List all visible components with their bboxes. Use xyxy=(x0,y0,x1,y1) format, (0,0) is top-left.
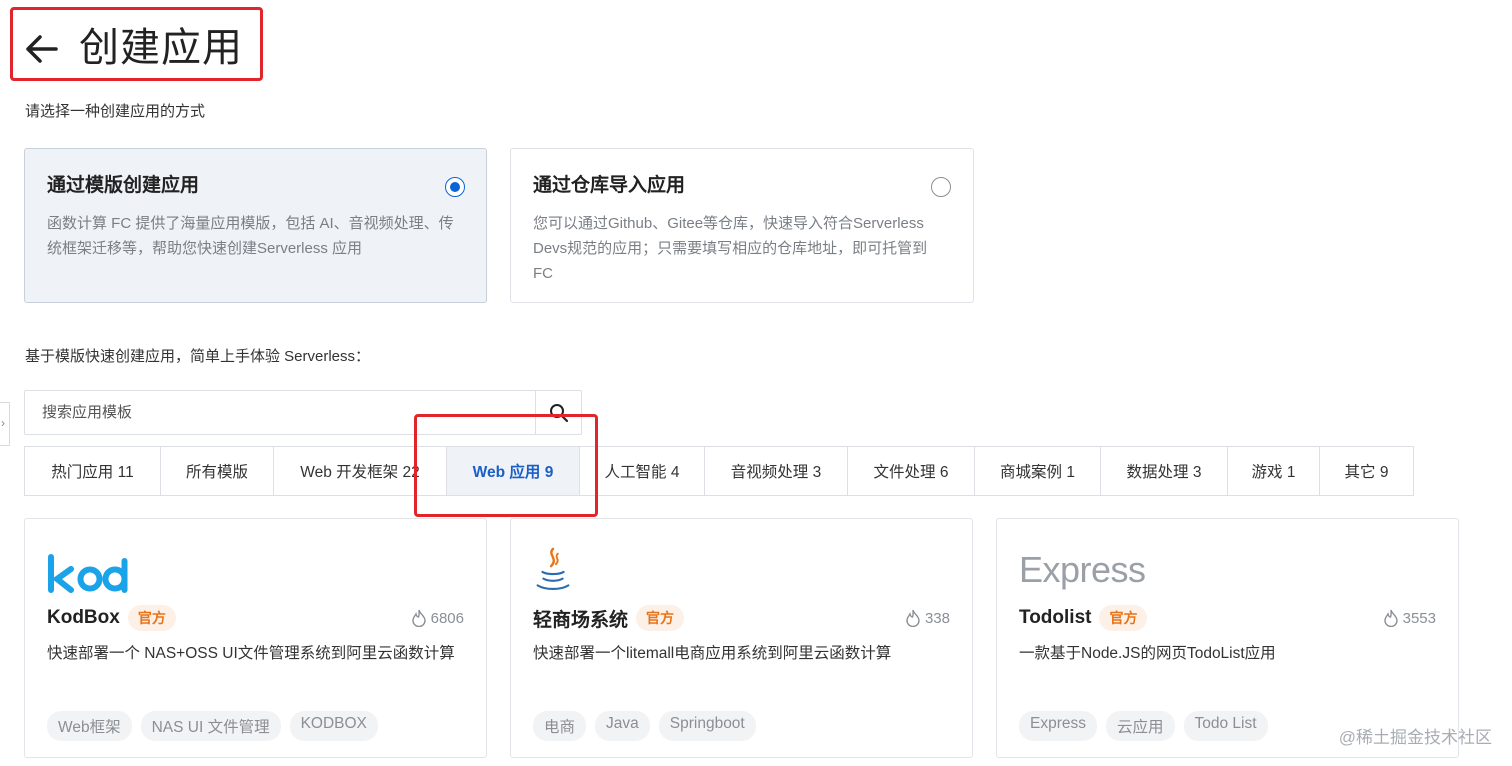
popularity: 3553 xyxy=(1383,609,1436,627)
tag[interactable]: KODBOX xyxy=(289,711,378,741)
java-icon xyxy=(536,547,570,591)
back-arrow-icon[interactable] xyxy=(22,29,62,69)
chevron-right-icon: › xyxy=(1,416,5,430)
popularity-count: 3553 xyxy=(1402,609,1436,627)
popularity-count: 6806 xyxy=(430,609,464,627)
section-label: 基于模版快速创建应用，简单上手体验 Serverless： xyxy=(25,348,371,365)
popularity: 338 xyxy=(905,609,950,627)
category-tabs: 热门应用 11 所有模版 Web 开发框架 22 Web 应用 9 人工智能 4… xyxy=(24,446,1414,496)
tag[interactable]: Springboot xyxy=(658,711,756,741)
flame-icon xyxy=(411,609,426,627)
template-name: Todolist xyxy=(1019,607,1092,628)
tab-game[interactable]: 游戏 1 xyxy=(1228,447,1320,495)
method-title: 通过仓库导入应用 xyxy=(533,175,686,196)
template-title-row: 轻商场系统 官方 338 xyxy=(533,603,950,633)
method-description: 您可以通过Github、Gitee等仓库，快速导入符合Serverless De… xyxy=(533,215,928,282)
official-badge: 官方 xyxy=(127,605,176,631)
tag[interactable]: Express xyxy=(1019,711,1097,741)
search-box xyxy=(24,390,582,435)
tag[interactable]: 云应用 xyxy=(1106,711,1175,741)
watermark: @稀土掘金技术社区 xyxy=(1338,728,1492,747)
template-description: 一款基于Node.JS的网页TodoList应用 xyxy=(1019,645,1276,662)
tab-web-app[interactable]: Web 应用 9 xyxy=(447,447,580,495)
radio-template[interactable] xyxy=(445,177,465,197)
search-button[interactable] xyxy=(535,391,581,434)
page-subtitle: 请选择一种创建应用的方式 xyxy=(25,103,206,120)
template-title-row: KodBox 官方 6806 xyxy=(47,603,464,633)
radio-repo[interactable] xyxy=(931,177,951,197)
flame-icon xyxy=(906,609,920,627)
template-description: 快速部署一个litemall电商应用系统到阿里云函数计算 xyxy=(533,645,892,662)
tab-ecommerce[interactable]: 商城案例 1 xyxy=(975,447,1101,495)
official-badge: 官方 xyxy=(636,605,685,631)
tab-hot[interactable]: 热门应用 11 xyxy=(25,447,161,495)
express-logo: Express xyxy=(1019,549,1146,590)
search-input[interactable] xyxy=(25,391,535,434)
tab-other[interactable]: 其它 9 xyxy=(1320,447,1413,495)
tag[interactable]: Java xyxy=(595,711,650,741)
popularity-count: 338 xyxy=(924,609,950,627)
tag[interactable]: Web框架 xyxy=(47,711,132,741)
tab-ai[interactable]: 人工智能 4 xyxy=(580,447,705,495)
search-icon xyxy=(549,403,568,422)
tag[interactable]: Todo List xyxy=(1183,711,1268,741)
tab-data-processing[interactable]: 数据处理 3 xyxy=(1101,447,1228,495)
template-tags: 电商 Java Springboot xyxy=(533,711,756,741)
tag[interactable]: 电商 xyxy=(533,711,587,741)
popularity: 6806 xyxy=(411,609,464,627)
template-title-row: Todolist 官方 3553 xyxy=(1019,603,1436,633)
tag[interactable]: NAS UI 文件管理 xyxy=(140,711,281,741)
tab-web-framework[interactable]: Web 开发框架 22 xyxy=(274,447,447,495)
official-badge: 官方 xyxy=(1099,605,1148,631)
method-card-repo[interactable]: 通过仓库导入应用 您可以通过Github、Gitee等仓库，快速导入符合Serv… xyxy=(510,148,974,303)
method-card-template[interactable]: 通过模版创建应用 函数计算 FC 提供了海量应用模版，包括 AI、音视频处理、传… xyxy=(24,148,487,303)
template-description: 快速部署一个 NAS+OSS UI文件管理系统到阿里云函数计算 xyxy=(47,645,455,662)
tab-audio-video[interactable]: 音视频处理 3 xyxy=(705,447,848,495)
template-name: KodBox xyxy=(47,607,120,628)
method-description: 函数计算 FC 提供了海量应用模版，包括 AI、音视频处理、传统框架迁移等，帮助… xyxy=(47,215,454,257)
tab-all[interactable]: 所有模版 xyxy=(161,447,274,495)
sidebar-expand-handle[interactable]: › xyxy=(0,402,10,446)
template-tags: Web框架 NAS UI 文件管理 KODBOX xyxy=(47,711,378,741)
method-title: 通过模版创建应用 xyxy=(47,175,200,196)
flame-icon xyxy=(1383,609,1398,627)
template-name: 轻商场系统 xyxy=(533,609,629,631)
tab-file-processing[interactable]: 文件处理 6 xyxy=(848,447,975,495)
page-title: 创建应用 xyxy=(79,26,243,70)
template-tags: Express 云应用 Todo List xyxy=(1019,711,1268,741)
kodbox-logo xyxy=(48,554,128,593)
